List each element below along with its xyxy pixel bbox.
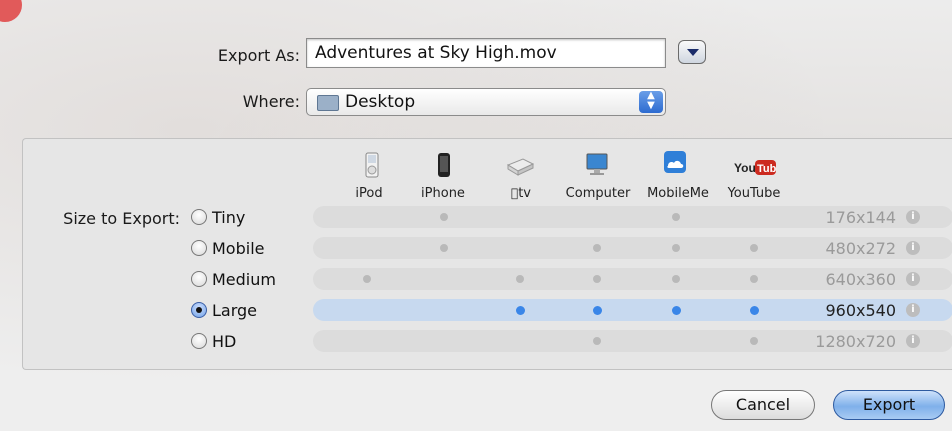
resolution-hd: 1280x720 (815, 332, 896, 351)
compat-dot-tiny-4 (672, 213, 680, 221)
compat-dot-large-4 (672, 306, 681, 315)
resolution-tiny: 176x144 (825, 208, 896, 227)
folder-icon (317, 95, 339, 111)
radio-medium[interactable] (191, 271, 207, 287)
export-as-label: Export As: (217, 46, 300, 65)
radio-hd[interactable] (191, 333, 207, 349)
compat-dot-mobile-3 (593, 244, 601, 252)
compat-dot-hd-3 (593, 337, 601, 345)
computer-icon (586, 153, 608, 175)
device-label-computer: Computer (565, 186, 631, 201)
compat-dot-tiny-1 (440, 213, 448, 221)
compat-dot-large-5 (750, 306, 759, 315)
device-label-iphone: iPhone (421, 186, 465, 201)
chevron-down-icon (687, 49, 699, 56)
export-as-field[interactable]: Adventures at Sky High.mov (306, 38, 666, 68)
compat-dot-mobile-5 (750, 244, 758, 252)
compat-dot-medium-3 (593, 275, 601, 283)
export-button[interactable]: Export (833, 390, 945, 420)
where-label: Where: (242, 92, 300, 111)
size-label-tiny: Tiny (212, 208, 246, 227)
radio-tiny[interactable] (191, 209, 207, 225)
resolution-large: 960x540 (825, 301, 896, 320)
size-to-export-label: Size to Export: (63, 209, 180, 228)
cancel-button[interactable]: Cancel (711, 390, 815, 420)
info-icon[interactable]: i (906, 303, 920, 317)
info-icon[interactable]: i (906, 210, 920, 224)
ipod-icon (365, 152, 379, 178)
size-label-medium: Medium (212, 270, 276, 289)
compat-dot-mobile-4 (672, 244, 680, 252)
info-icon[interactable]: i (906, 334, 920, 348)
size-label-mobile: Mobile (212, 239, 265, 258)
radio-selected-dot (196, 307, 202, 313)
resolution-mobile: 480x272 (825, 239, 896, 258)
compat-dot-large-3 (593, 306, 602, 315)
radio-mobile[interactable] (191, 240, 207, 256)
radio-large[interactable] (191, 302, 207, 318)
popup-stepper-icon: ▲ ▼ (639, 91, 663, 113)
compat-dot-mobile-1 (440, 244, 448, 252)
mobileme-icon (664, 151, 686, 173)
size-label-large: Large (212, 301, 258, 320)
svg-text:Tube: Tube (757, 163, 777, 175)
svg-text:You: You (734, 161, 756, 175)
compat-dot-medium-0 (363, 275, 371, 283)
where-popup[interactable]: Desktop ▲ ▼ (306, 88, 666, 116)
expand-dialog-button[interactable] (678, 40, 706, 64)
compat-dot-hd-5 (750, 337, 758, 345)
size-label-hd: HD (212, 332, 237, 351)
device-label-youtube: YouTube (727, 186, 781, 201)
youtube-icon: You Tube (734, 160, 777, 175)
iphone-icon (438, 153, 450, 177)
compat-dot-medium-5 (750, 275, 758, 283)
compat-dot-large-2 (516, 306, 525, 315)
device-label-appletv-text: tv (514, 186, 531, 201)
info-icon[interactable]: i (906, 272, 920, 286)
apple-tv-icon (506, 158, 535, 176)
info-icon[interactable]: i (906, 241, 920, 255)
where-value: Desktop (345, 92, 416, 112)
resolution-medium: 640x360 (825, 270, 896, 289)
compat-dot-medium-4 (672, 275, 680, 283)
compat-dot-medium-2 (516, 275, 524, 283)
